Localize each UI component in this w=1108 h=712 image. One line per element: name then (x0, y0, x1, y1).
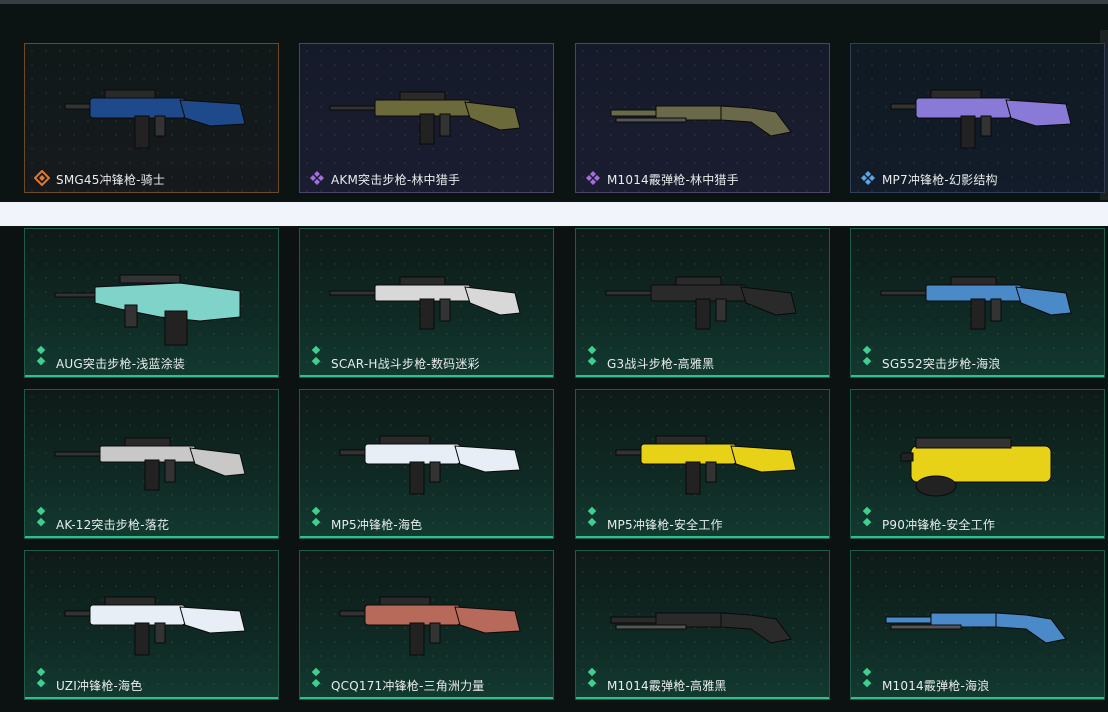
diamond-blue-icon (861, 171, 875, 185)
skin-name-label: MP7冲锋枪-幻影结构 (882, 173, 998, 187)
skin-card[interactable]: AK-12突击步枪-落花 (24, 389, 279, 539)
double-diamond-green-icon (862, 506, 872, 527)
rifle-icon (54, 437, 246, 491)
skin-card[interactable]: AKM突击步枪-林中猎手 (299, 43, 554, 193)
diamond-purple-icon (310, 171, 324, 185)
skin-card[interactable]: P90冲锋枪-安全工作 (850, 389, 1105, 539)
skin-name-label: AKM突击步枪-林中猎手 (331, 173, 461, 187)
p90-icon (900, 437, 1052, 497)
skin-name-label: MP5冲锋枪-海色 (331, 518, 423, 532)
skin-card[interactable]: G3战斗步枪-高雅黑 (575, 228, 830, 378)
skin-card[interactable]: M1014霰弹枪-林中猎手 (575, 43, 830, 193)
skin-name-label: P90冲锋枪-安全工作 (882, 518, 996, 532)
section-separator (0, 202, 1108, 226)
bullpup-icon (54, 274, 241, 346)
double-diamond-green-icon (36, 345, 46, 366)
double-diamond-green-icon (311, 506, 321, 527)
double-diamond-green-icon (587, 345, 597, 366)
double-diamond-green-icon (587, 506, 597, 527)
skin-card[interactable]: UZI冲锋枪-海色 (24, 550, 279, 700)
skin-name-label: SCAR-H战斗步枪-数码迷彩 (331, 357, 480, 371)
skin-card[interactable]: M1014霰弹枪-海浪 (850, 550, 1105, 700)
skin-name-label: SG552突击步枪-海浪 (882, 357, 1001, 371)
skin-name-label: SMG45冲锋枪-骑士 (56, 173, 166, 187)
skin-card[interactable]: MP5冲锋枪-安全工作 (575, 389, 830, 539)
double-diamond-green-icon (36, 667, 46, 688)
skin-name-label: M1014霰弹枪-高雅黑 (607, 679, 727, 693)
diamond-purple-icon (586, 171, 600, 185)
skin-name-label: M1014霰弹枪-海浪 (882, 679, 990, 693)
shotgun-icon (610, 612, 792, 644)
skin-name-label: QCQ171冲锋枪-三角洲力量 (331, 679, 485, 693)
double-diamond-green-icon (311, 345, 321, 366)
double-diamond-green-icon (587, 667, 597, 688)
skin-name-label: M1014霰弹枪-林中猎手 (607, 173, 739, 187)
smg-icon (890, 89, 1072, 149)
skin-name-label: AUG突击步枪-浅蓝涂装 (56, 357, 186, 371)
skin-card[interactable]: SCAR-H战斗步枪-数码迷彩 (299, 228, 554, 378)
rifle-icon (880, 276, 1072, 330)
skin-name-label: MP5冲锋枪-安全工作 (607, 518, 723, 532)
skin-card[interactable]: M1014霰弹枪-高雅黑 (575, 550, 830, 700)
double-diamond-green-icon (311, 667, 321, 688)
skin-card[interactable]: SG552突击步枪-海浪 (850, 228, 1105, 378)
skin-name-label: UZI冲锋枪-海色 (56, 679, 143, 693)
skin-name-label: G3战斗步枪-高雅黑 (607, 357, 715, 371)
skin-card[interactable]: MP7冲锋枪-幻影结构 (850, 43, 1105, 193)
skin-name-label: AK-12突击步枪-落花 (56, 518, 170, 532)
diamond-orange-icon (34, 170, 50, 186)
rifle-icon (329, 276, 521, 330)
skin-card[interactable]: QCQ171冲锋枪-三角洲力量 (299, 550, 554, 700)
double-diamond-green-icon (862, 345, 872, 366)
shotgun-icon (610, 105, 792, 137)
smg-icon (615, 435, 797, 495)
smg-icon (64, 596, 246, 656)
rifle-icon (605, 276, 797, 330)
skin-card[interactable]: MP5冲锋枪-海色 (299, 389, 554, 539)
shotgun-icon (885, 612, 1067, 644)
smg-icon (64, 89, 246, 149)
smg-icon (339, 596, 521, 656)
rifle-icon (329, 91, 521, 145)
skin-card[interactable]: AUG突击步枪-浅蓝涂装 (24, 228, 279, 378)
smg-icon (339, 435, 521, 495)
skin-card[interactable]: SMG45冲锋枪-骑士 (24, 43, 279, 193)
double-diamond-green-icon (862, 667, 872, 688)
double-diamond-green-icon (36, 506, 46, 527)
